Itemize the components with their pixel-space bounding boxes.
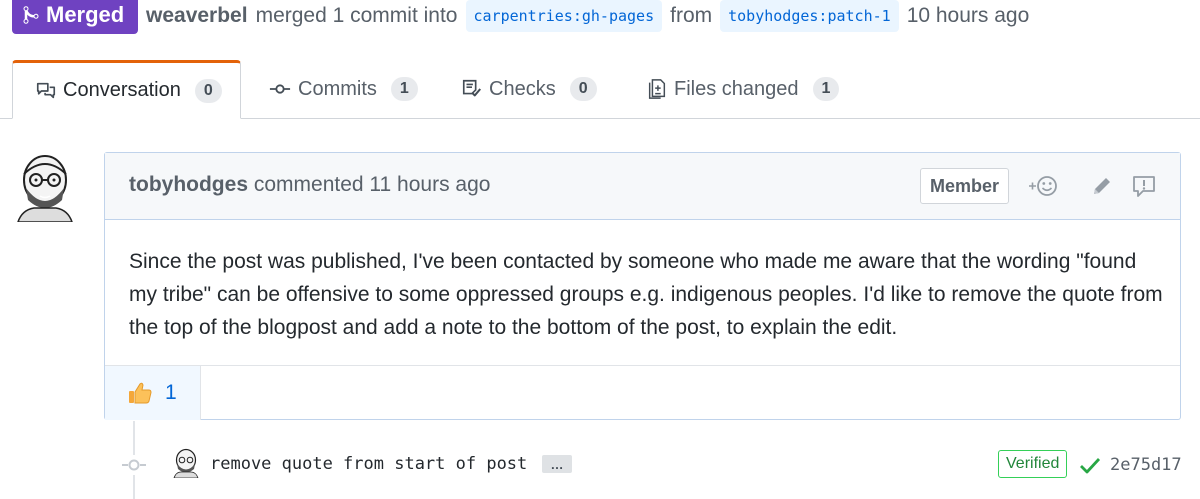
comment-discussion-icon [36,82,56,98]
thumbs-up-reaction-button[interactable]: 1 [105,366,201,420]
reactions-bar: 1 [105,365,1180,420]
tab-label: Files changed [674,77,799,100]
tab-commits[interactable]: Commits 1 [268,60,418,118]
tab-counter: 1 [812,77,840,101]
from-text: from [670,4,713,27]
git-merge-icon [23,6,39,24]
comment-time-link[interactable]: 11 hours ago [369,173,490,196]
verified-badge[interactable]: Verified [998,450,1068,478]
checklist-icon [462,79,482,97]
head-branch[interactable]: tobyhodges:patch-1 [720,0,899,32]
tab-label: Checks [489,77,556,100]
commit-row: remove quote from start of post … Verifi… [0,445,1200,487]
tab-conversation[interactable]: Conversation 0 [12,60,241,119]
comment-body: Since the post was published, I've been … [129,250,1163,339]
merged-state-badge: Merged [12,0,139,34]
merge-summary: weaverbel merged 1 commit into carpentri… [146,0,1029,32]
state-label: Merged [46,2,125,27]
git-commit-icon [269,84,291,94]
avatar[interactable] [172,448,200,478]
commit-message-link[interactable]: remove quote from start of post [210,454,527,474]
base-branch[interactable]: carpentries:gh-pages [465,0,663,32]
tab-files-changed[interactable]: Files changed 1 [646,60,840,118]
expand-commit-button[interactable]: … [542,455,572,473]
avatar[interactable] [14,152,76,222]
comment-meta: tobyhodges commented 11 hours ago [129,173,490,197]
comment-box: tobyhodges commented 11 hours ago Member [104,152,1181,420]
tab-checks[interactable]: Checks 0 [461,60,597,118]
tab-label: Conversation [63,79,181,101]
comment-author-link[interactable]: tobyhodges [129,173,248,196]
add-reaction-icon[interactable] [1027,171,1057,201]
comment-header: tobyhodges commented 11 hours ago Member [105,153,1180,220]
check-icon [1080,458,1101,474]
pr-tabs: Conversation 0 Commits 1 Checks 0 Files … [0,60,1200,119]
comment-action: commented [253,173,364,196]
tab-counter: 1 [390,77,418,101]
merger-link[interactable]: weaverbel [146,4,248,28]
member-badge: Member [920,168,1010,204]
git-commit-icon [122,455,146,475]
pencil-icon[interactable] [1087,171,1117,201]
thumbs-up-icon [129,382,152,404]
reaction-count: 1 [165,381,177,404]
diff-icon [648,79,666,99]
tab-label: Commits [298,77,377,100]
commit-sha-link[interactable]: 2e75d17 [1110,455,1182,475]
tab-counter: 0 [569,77,597,101]
merged-text: merged 1 commit into [255,4,458,27]
report-icon[interactable] [1129,171,1159,201]
merge-time[interactable]: 10 hours ago [907,4,1030,28]
tab-counter: 0 [194,78,222,103]
pr-header: Merged weaverbel merged 1 commit into ca… [0,0,1200,40]
